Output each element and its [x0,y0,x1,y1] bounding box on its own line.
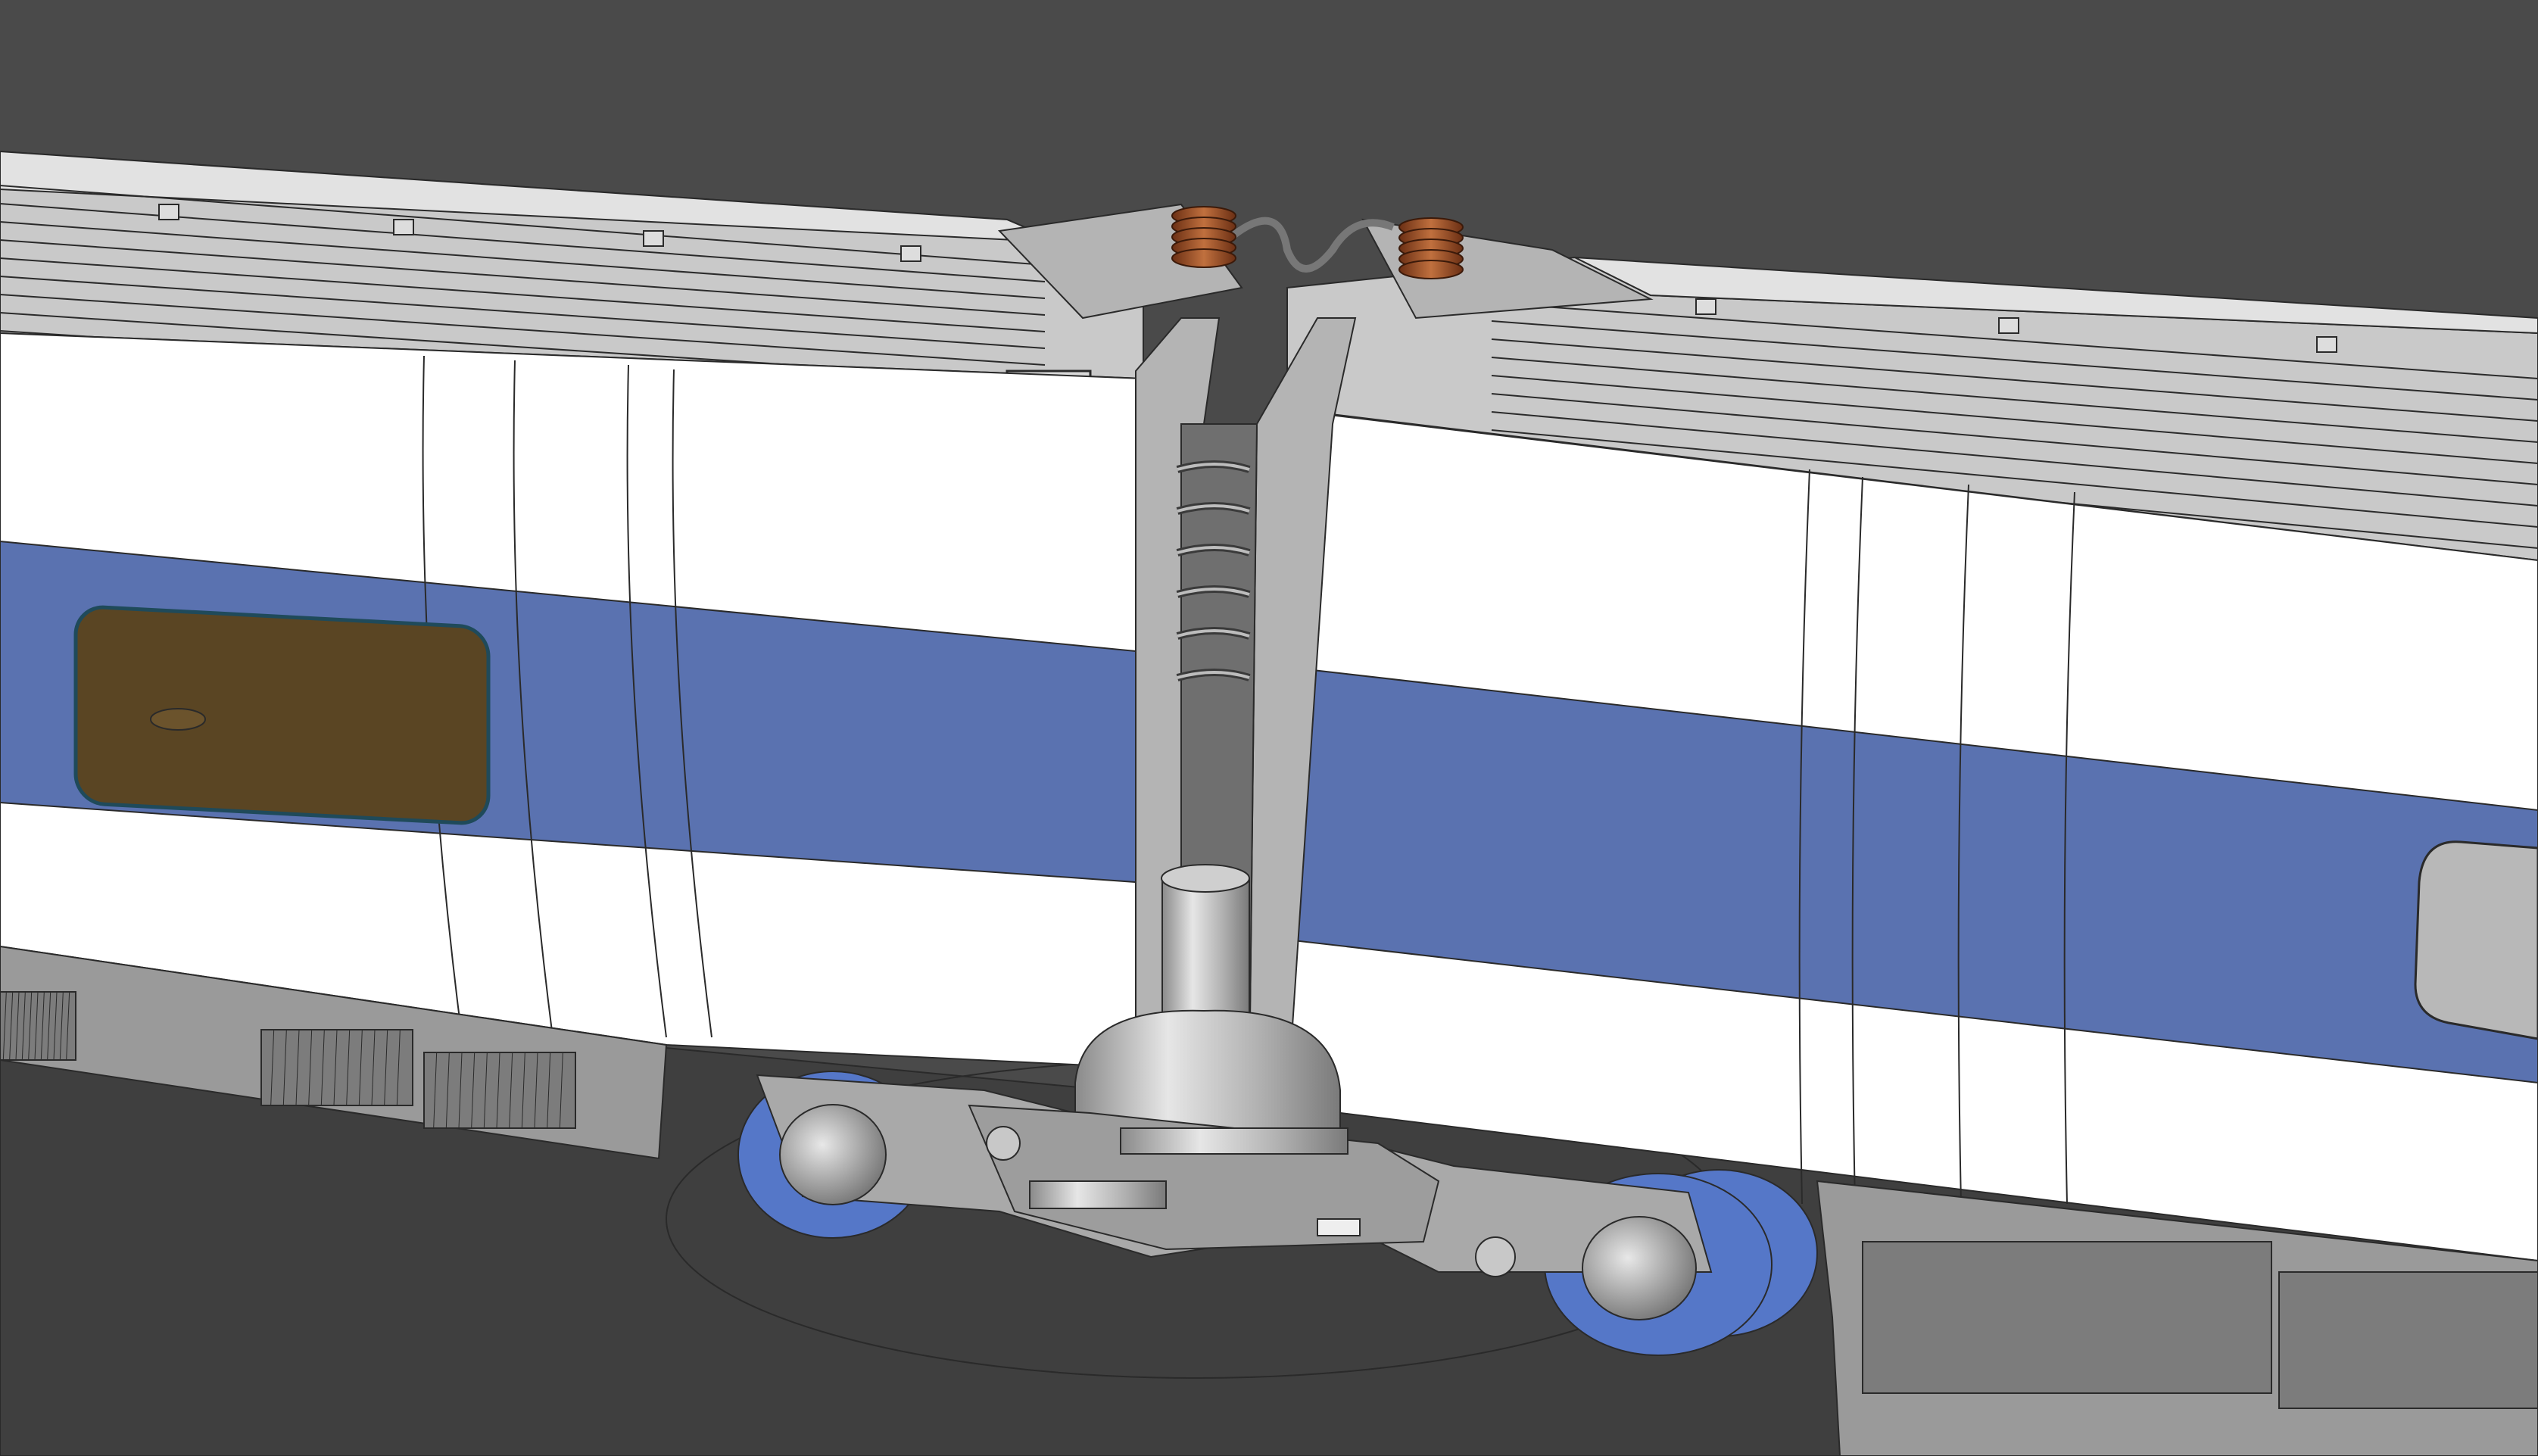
cad-viewport[interactable] [0,0,2538,1456]
underframe-box [1862,1241,2272,1394]
bolt-icon [986,1126,1021,1161]
right-car-window [2414,840,2538,1040]
pantograph-coil-icon [1171,206,1236,268]
roof-clip [2316,336,2337,353]
coil-turn [1171,248,1236,268]
bogie-plate [1317,1218,1361,1236]
damper-cylinder[interactable] [1120,1127,1349,1155]
roof-clip [900,245,921,262]
roof-clip [643,230,664,247]
window-latch [150,708,206,731]
left-car-window [73,605,491,825]
damper-cylinder[interactable] [1029,1180,1167,1209]
roof-clip [1695,298,1716,315]
axle-box-right[interactable] [1582,1216,1697,1320]
underframe-box [2278,1271,2538,1409]
coil-turn [1398,260,1464,279]
roof-clip [158,204,179,220]
coupler-column-top [1161,864,1250,893]
bolt-icon [1475,1236,1516,1277]
axle-box-left[interactable] [779,1104,887,1205]
left-car[interactable] [0,150,1145,1160]
train-scene[interactable] [0,0,2538,1456]
pantograph-coil-icon [1398,217,1464,279]
roof-clip [1998,317,2019,334]
roof-clip [393,219,414,235]
